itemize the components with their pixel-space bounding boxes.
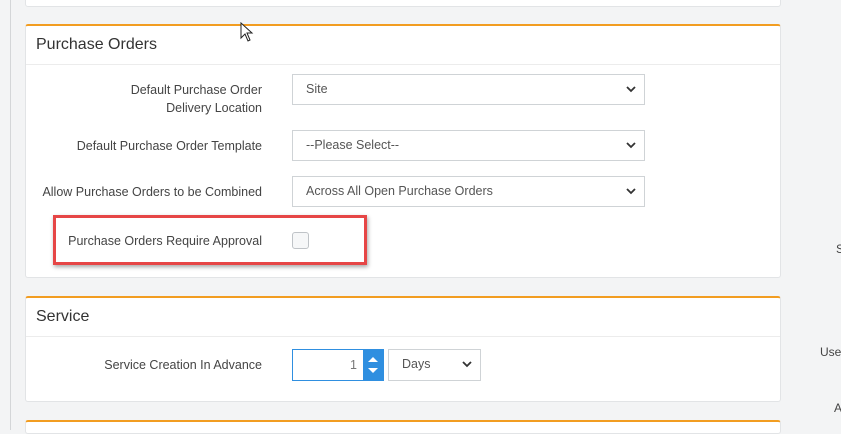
- previous-panel: [25, 0, 781, 7]
- right-edge-fragment: Use: [820, 345, 841, 359]
- chevron-down-icon: [626, 86, 636, 93]
- chevron-down-icon: [626, 142, 636, 149]
- chevron-down-icon: [462, 361, 472, 368]
- template-label: Default Purchase Order Template: [76, 139, 262, 153]
- service-creation-value: 1: [350, 358, 357, 372]
- service-creation-stepper[interactable]: 1: [292, 349, 384, 381]
- highlight-box: [53, 215, 367, 265]
- right-edge-fragment: A: [834, 401, 841, 415]
- combine-select[interactable]: Across All Open Purchase Orders: [292, 176, 645, 207]
- stepper-arrows-icon: [368, 357, 378, 373]
- chevron-down-icon: [626, 188, 636, 195]
- purchase-orders-title: Purchase Orders: [26, 26, 780, 65]
- service-unit-value: Days: [402, 357, 431, 371]
- service-unit-select[interactable]: Days: [388, 349, 481, 381]
- delivery-location-label: Default Purchase Order Delivery Location: [130, 83, 262, 115]
- left-edge: [0, 0, 11, 430]
- right-edge-fragment: S: [836, 242, 841, 256]
- mouse-cursor-icon: [240, 22, 254, 42]
- service-panel: Service Service Creation In Advance 1 Da…: [25, 296, 781, 402]
- combine-value: Across All Open Purchase Orders: [306, 184, 493, 198]
- template-value: --Please Select--: [306, 138, 400, 152]
- stepper-buttons[interactable]: [363, 350, 383, 380]
- service-creation-label: Service Creation In Advance: [104, 358, 262, 372]
- combine-label: Allow Purchase Orders to be Combined: [42, 185, 262, 199]
- delivery-location-value: Site: [306, 82, 328, 96]
- delivery-location-select[interactable]: Site: [292, 74, 645, 105]
- template-select[interactable]: --Please Select--: [292, 130, 645, 161]
- service-title: Service: [26, 298, 780, 337]
- next-panel: [25, 420, 781, 434]
